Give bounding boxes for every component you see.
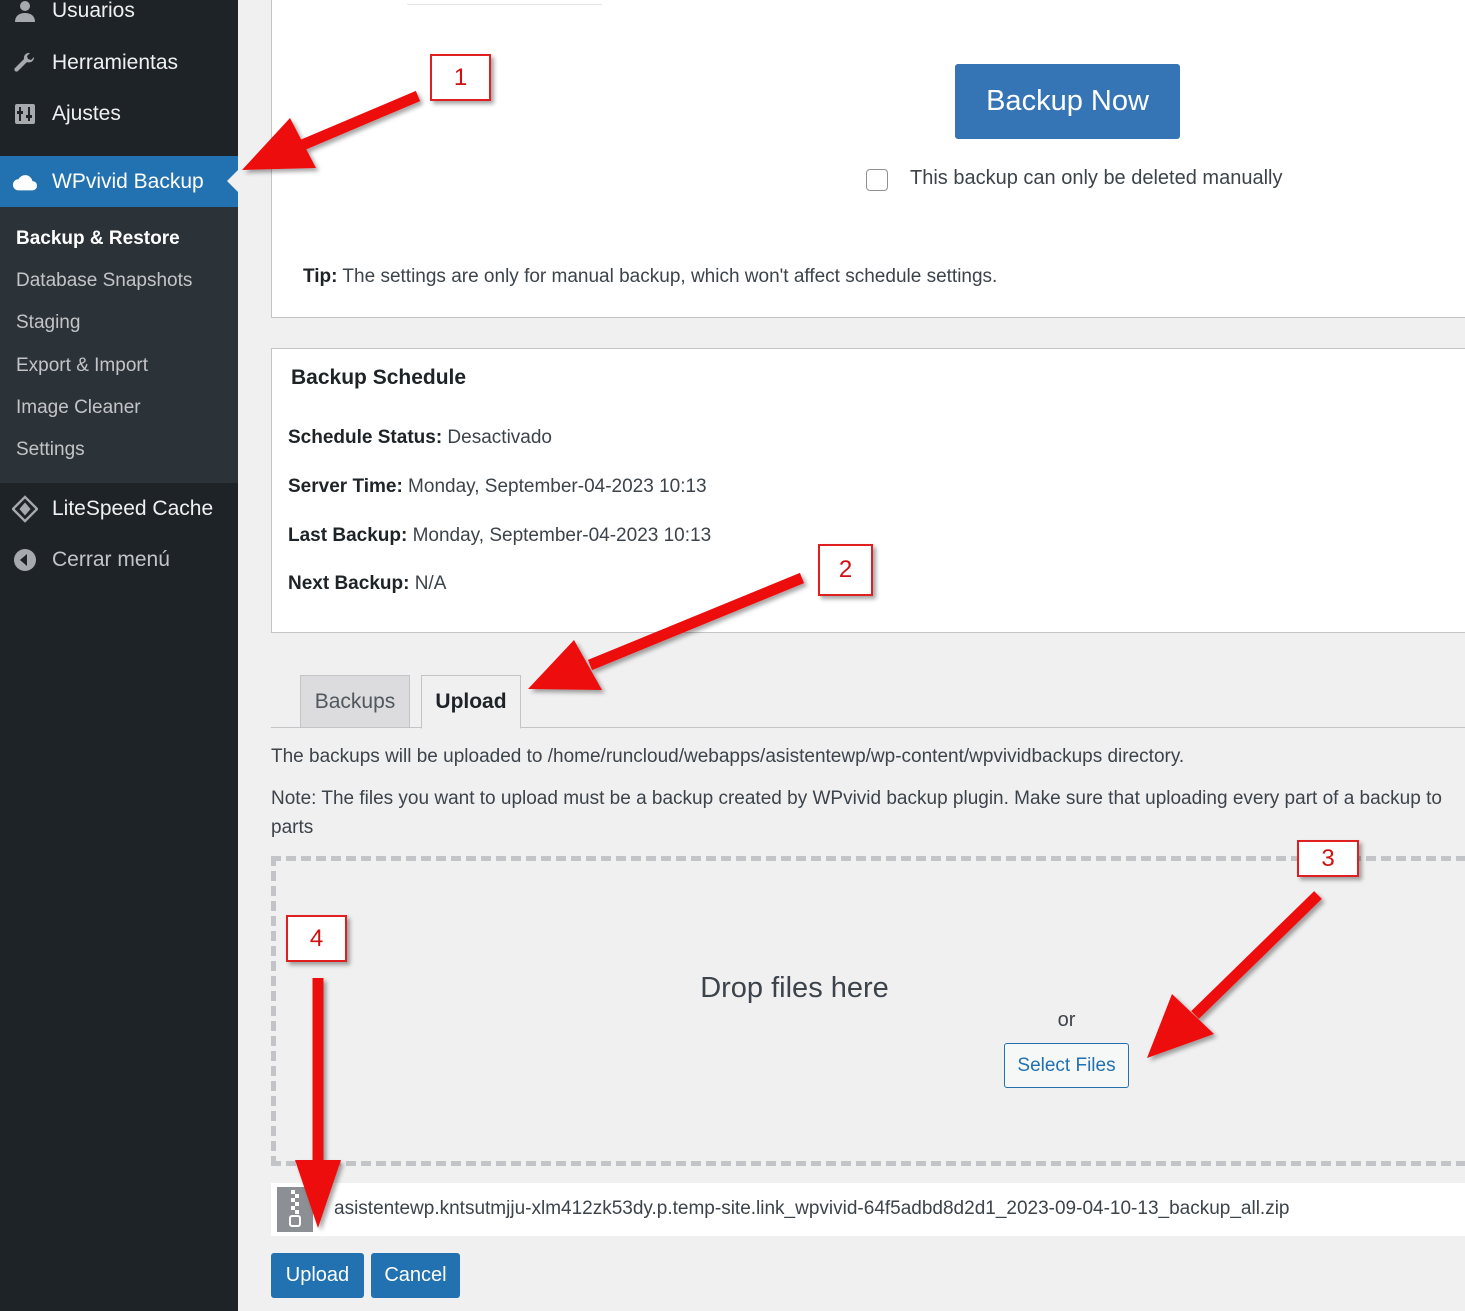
annotation-2: 2	[818, 544, 873, 596]
litespeed-diamond-icon	[12, 495, 38, 523]
menu-label: Ajustes	[52, 102, 121, 125]
field-remnant	[407, 0, 602, 5]
drop-or-text: or	[1057, 1009, 1076, 1031]
row-label: Schedule Status:	[288, 427, 443, 448]
submenu-staging[interactable]: Staging	[16, 312, 80, 334]
server-time-row: Server Time: Monday, September-04-2023 1…	[288, 476, 707, 498]
wrench-icon	[12, 50, 38, 76]
tip-body: The settings are only for manual backup,…	[337, 266, 998, 287]
row-value: N/A	[409, 573, 447, 594]
upload-note-line2: parts	[271, 817, 314, 838]
row-value: Monday, September-04-2023 10:13	[402, 476, 707, 497]
annotation-4: 4	[286, 915, 347, 962]
delete-manually-label: This backup can only be deleted manually	[910, 167, 1283, 189]
collapse-arrow-icon	[12, 547, 38, 573]
manual-backup-panel: Backup Now This backup can only be delet…	[271, 0, 1465, 318]
upload-note-line1: Note: The files you want to upload must …	[271, 788, 1442, 809]
schedule-title: Backup Schedule	[291, 366, 467, 389]
cloud-icon	[12, 169, 38, 195]
last-backup-row: Last Backup: Monday, September-04-2023 1…	[288, 525, 711, 547]
upload-directory-note: The backups will be uploaded to /home/ru…	[271, 746, 1185, 767]
menu-item-wpvivid-backup[interactable]: WPvivid Backup	[0, 156, 238, 207]
users-icon	[12, 0, 38, 24]
row-label: Next Backup:	[288, 573, 410, 594]
next-backup-row: Next Backup: N/A	[288, 573, 446, 595]
menu-label: Usuarios	[52, 0, 135, 22]
row-value: Monday, September-04-2023 10:13	[407, 525, 712, 546]
tab-backups[interactable]: Backups	[300, 675, 410, 728]
upload-button[interactable]: Upload	[271, 1253, 364, 1298]
wpvivid-submenu: Backup & Restore Database Snapshots Stag…	[0, 207, 238, 483]
active-indicator	[227, 170, 238, 192]
cancel-button[interactable]: Cancel	[371, 1253, 460, 1298]
menu-label: LiteSpeed Cache	[52, 497, 214, 520]
settings-icon	[12, 101, 38, 127]
tip-text: Tip: The settings are only for manual ba…	[303, 266, 997, 288]
backup-now-button[interactable]: Backup Now	[955, 64, 1180, 139]
menu-label: Cerrar menú	[52, 548, 170, 571]
schedule-status-row: Schedule Status: Desactivado	[288, 427, 552, 449]
submenu-database-snapshots[interactable]: Database Snapshots	[16, 270, 192, 292]
drop-files-text: Drop files here	[700, 972, 889, 1004]
menu-item-usuarios[interactable]: Usuarios	[0, 0, 238, 34]
delete-manually-checkbox[interactable]	[866, 169, 888, 191]
submenu-settings[interactable]: Settings	[16, 439, 85, 461]
menu-label: Herramientas	[52, 51, 179, 74]
row-value: Desactivado	[442, 427, 552, 448]
row-label: Last Backup:	[288, 525, 408, 546]
submenu-export-import[interactable]: Export & Import	[16, 355, 148, 377]
selected-file-row: asistentewp.kntsutmjju-xlm412zk53dy.p.te…	[271, 1183, 1465, 1236]
file-name: asistentewp.kntsutmjju-xlm412zk53dy.p.te…	[334, 1198, 1290, 1219]
submenu-backup-restore[interactable]: Backup & Restore	[16, 228, 180, 250]
row-label: Server Time:	[288, 476, 403, 497]
submenu-image-cleaner[interactable]: Image Cleaner	[16, 397, 141, 419]
annotation-3: 3	[1297, 840, 1359, 877]
menu-item-herramientas[interactable]: Herramientas	[0, 40, 238, 86]
menu-label: WPvivid Backup	[52, 169, 204, 193]
admin-sidebar: Usuarios Herramientas Ajustes WPvivid Ba…	[0, 0, 238, 1311]
annotation-1: 1	[430, 54, 491, 101]
select-files-button[interactable]: Select Files	[1004, 1043, 1129, 1088]
menu-item-ajustes[interactable]: Ajustes	[0, 91, 238, 137]
tab-upload[interactable]: Upload	[421, 675, 521, 729]
tip-label: Tip:	[303, 266, 338, 287]
menu-item-collapse[interactable]: Cerrar menú	[0, 537, 238, 583]
zip-file-icon	[277, 1187, 313, 1232]
menu-item-litespeed-cache[interactable]: LiteSpeed Cache	[0, 486, 238, 532]
